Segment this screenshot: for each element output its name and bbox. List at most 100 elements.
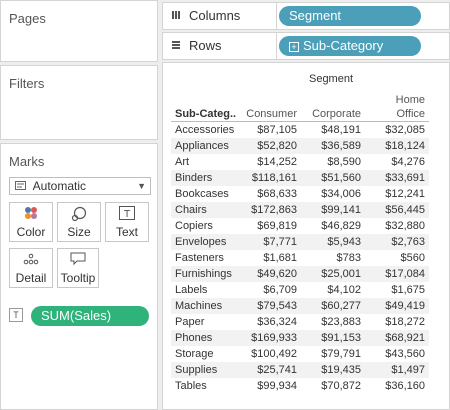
corporate-column-header[interactable]: Corporate — [299, 107, 361, 121]
consumer-cell: $25,741 — [257, 364, 297, 376]
subcategory-cell: Binders — [175, 172, 213, 184]
table-row[interactable]: Paper $36,324 $23,883 $18,272 — [171, 314, 429, 330]
expand-plus-icon[interactable]: + — [289, 42, 299, 52]
subcategory-cell: Labels — [175, 284, 208, 296]
corporate-cell: $70,872 — [321, 380, 361, 392]
subcategory-cell: Paper — [175, 316, 205, 328]
corporate-cell: $783 — [336, 252, 361, 264]
table-row[interactable]: Phones $169,933 $91,153 $68,921 — [171, 330, 429, 346]
home-office-cell: $32,880 — [385, 220, 425, 232]
columns-shelf[interactable]: Columns Segment — [162, 2, 450, 30]
subcategory-cell: Appliances — [175, 140, 229, 152]
pages-card[interactable]: Pages — [0, 0, 158, 62]
detail-icon — [10, 252, 52, 270]
table-row[interactable]: Copiers $69,819 $46,829 $32,880 — [171, 218, 429, 234]
home-office-cell: $18,124 — [385, 140, 425, 152]
mark-type-dropdown[interactable]: Automatic ▼ — [9, 177, 151, 195]
table-row[interactable]: Binders $118,161 $51,560 $33,691 — [171, 170, 429, 186]
home-office-cell: $68,921 — [385, 332, 425, 344]
table-body: Accessories $87,105 $48,191 $32,085 Applian… — [171, 122, 429, 394]
consumer-column-header[interactable]: Consumer — [235, 107, 297, 121]
detail-button[interactable]: Detail — [9, 248, 53, 288]
subcategory-cell: Furnishings — [175, 268, 232, 280]
text-label: Text — [115, 225, 138, 239]
subcategory-cell: Storage — [175, 348, 214, 360]
home-office-cell: $12,241 — [385, 188, 425, 200]
rows-shelf-label: Rows — [169, 33, 277, 59]
corporate-cell: $5,943 — [327, 236, 361, 248]
filters-title: Filters — [9, 76, 45, 91]
table-row[interactable]: Supplies $25,741 $19,435 $1,497 — [171, 362, 429, 378]
sum-sales-pill[interactable]: SUM(Sales) — [31, 306, 149, 326]
rows-shelf[interactable]: Rows + Sub-Category — [162, 32, 450, 60]
subcategory-cell: Tables — [175, 380, 207, 392]
table-row[interactable]: Storage $100,492 $79,791 $43,560 — [171, 346, 429, 362]
text-button[interactable]: T Text — [105, 202, 149, 242]
subcategory-pill-label: Sub-Category — [303, 38, 384, 53]
corporate-cell: $4,102 — [327, 284, 361, 296]
segment-header-label[interactable]: Segment — [301, 73, 361, 85]
corporate-cell: $51,560 — [321, 172, 361, 184]
color-button[interactable]: Color — [9, 202, 53, 242]
table-row[interactable]: Art $14,252 $8,590 $4,276 — [171, 154, 429, 170]
corporate-cell: $99,141 — [321, 204, 361, 216]
table-row[interactable]: Labels $6,709 $4,102 $1,675 — [171, 282, 429, 298]
home-office-header-line1: Home — [395, 94, 425, 106]
table-row[interactable]: Machines $79,543 $60,277 $49,419 — [171, 298, 429, 314]
color-icon — [10, 206, 52, 224]
table-row[interactable]: Fasteners $1,681 $783 $560 — [171, 250, 429, 266]
corporate-cell: $60,277 — [321, 300, 361, 312]
table-row[interactable]: Appliances $52,820 $36,589 $18,124 — [171, 138, 429, 154]
viz-canvas: Segment Sub-Categ.. Consumer Corporate H… — [162, 62, 450, 410]
table-row[interactable]: Bookcases $68,633 $34,006 $12,241 — [171, 186, 429, 202]
corporate-cell: $48,191 — [321, 124, 361, 136]
marks-title: Marks — [9, 154, 45, 169]
text-encoding-icon: T — [9, 308, 23, 322]
subcategory-column-header[interactable]: Sub-Categ.. — [175, 107, 236, 121]
tooltip-icon — [58, 252, 98, 270]
consumer-cell: $52,820 — [257, 140, 297, 152]
home-office-cell: $2,763 — [391, 236, 425, 248]
home-office-cell: $17,084 — [385, 268, 425, 280]
table-row[interactable]: Envelopes $7,771 $5,943 $2,763 — [171, 234, 429, 250]
consumer-cell: $68,633 — [257, 188, 297, 200]
home-office-cell: $18,272 — [385, 316, 425, 328]
rows-label: Rows — [189, 38, 222, 53]
table-row[interactable]: Chairs $172,863 $99,141 $56,445 — [171, 202, 429, 218]
filters-card[interactable]: Filters — [0, 65, 158, 140]
home-office-cell: $1,675 — [391, 284, 425, 296]
corporate-cell: $36,589 — [321, 140, 361, 152]
table-row[interactable]: Furnishings $49,620 $25,001 $17,084 — [171, 266, 429, 282]
subcategory-cell: Supplies — [175, 364, 218, 376]
subcategory-cell: Accessories — [175, 124, 235, 136]
home-office-cell: $560 — [400, 252, 425, 264]
home-office-header-line2: Office — [396, 108, 425, 120]
segment-pill[interactable]: Segment — [279, 6, 421, 26]
consumer-cell: $1,681 — [263, 252, 297, 264]
subcategory-pill[interactable]: + Sub-Category — [279, 36, 421, 56]
text-icon: T — [106, 206, 148, 224]
table-row[interactable]: Tables $99,934 $70,872 $36,160 — [171, 378, 429, 394]
tooltip-button[interactable]: Tooltip — [57, 248, 99, 288]
rows-icon — [169, 33, 183, 59]
consumer-cell: $100,492 — [251, 348, 297, 360]
size-button[interactable]: Size — [57, 202, 101, 242]
table-row[interactable]: Accessories $87,105 $48,191 $32,085 — [171, 122, 429, 138]
columns-label: Columns — [189, 8, 241, 23]
subcategory-cell: Phones — [175, 332, 213, 344]
corporate-cell: $19,435 — [321, 364, 361, 376]
subcategory-cell: Bookcases — [175, 188, 229, 200]
consumer-cell: $87,105 — [257, 124, 297, 136]
automatic-mark-icon — [14, 179, 26, 195]
consumer-cell: $14,252 — [257, 156, 297, 168]
size-icon — [58, 206, 100, 224]
consumer-cell: $6,709 — [263, 284, 297, 296]
pages-title: Pages — [9, 11, 46, 26]
home-office-cell: $36,160 — [385, 380, 425, 392]
chevron-down-icon: ▼ — [137, 181, 146, 191]
mark-type-label: Automatic — [32, 179, 87, 193]
detail-label: Detail — [15, 271, 47, 285]
corporate-cell: $91,153 — [321, 332, 361, 344]
home-office-column-header[interactable]: Home Office — [363, 93, 425, 121]
corporate-cell: $8,590 — [327, 156, 361, 168]
